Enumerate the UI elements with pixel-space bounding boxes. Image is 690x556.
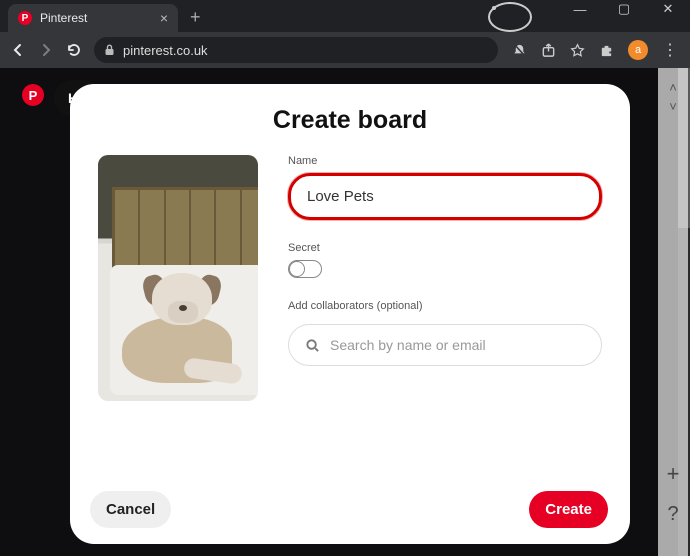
- url-text: pinterest.co.uk: [123, 43, 208, 58]
- right-rail: ˄ ˅ + ?: [658, 68, 688, 556]
- secret-label: Secret: [288, 242, 602, 254]
- tab-title: Pinterest: [40, 11, 87, 25]
- board-name-input[interactable]: [288, 173, 602, 220]
- cancel-button[interactable]: Cancel: [90, 491, 171, 528]
- toggle-knob: [289, 261, 305, 277]
- create-board-modal: Create board Name Secret: [70, 84, 630, 544]
- search-icon: [305, 338, 320, 353]
- collaborator-search-input[interactable]: [330, 337, 585, 353]
- window-controls: ― ▢ ✕: [488, 0, 690, 32]
- pinterest-logo[interactable]: P: [22, 84, 44, 106]
- tab-recording-icon: [488, 2, 532, 32]
- address-bar: pinterest.co.uk a ⋮: [0, 32, 690, 68]
- back-button[interactable]: [10, 42, 26, 58]
- maximize-button[interactable]: ▢: [602, 0, 646, 24]
- create-button[interactable]: Create: [529, 491, 608, 528]
- lock-icon: [104, 44, 115, 56]
- collaborators-label: Add collaborators (optional): [288, 300, 602, 312]
- close-tab-icon[interactable]: ×: [160, 10, 168, 26]
- bookmark-star-icon[interactable]: [570, 43, 585, 58]
- tab-strip: P Pinterest × +: [0, 3, 213, 32]
- browser-menu-icon[interactable]: ⋮: [662, 40, 678, 60]
- pinterest-favicon: P: [18, 11, 32, 25]
- window-titlebar: P Pinterest × + ― ▢ ✕: [0, 0, 690, 32]
- page-content: P Ho ˄ ˅ + ? Create board Name: [0, 68, 690, 556]
- name-label: Name: [288, 155, 602, 167]
- extensions-icon[interactable]: [599, 43, 614, 58]
- forward-button[interactable]: [38, 42, 54, 58]
- pin-preview-image: [98, 155, 258, 401]
- help-button[interactable]: ?: [667, 503, 678, 526]
- chevron-down-icon[interactable]: ˅: [669, 99, 677, 114]
- minimize-button[interactable]: ―: [558, 0, 602, 24]
- modal-title: Create board: [98, 106, 602, 135]
- collaborator-search[interactable]: [288, 324, 602, 366]
- add-button[interactable]: +: [667, 461, 680, 487]
- notifications-icon[interactable]: [512, 43, 527, 58]
- close-window-button[interactable]: ✕: [646, 0, 690, 24]
- reload-button[interactable]: [66, 42, 82, 58]
- chevron-up-icon[interactable]: ˄: [669, 80, 677, 95]
- create-board-form: Name Secret Add collaborators (optional): [288, 155, 602, 401]
- url-field[interactable]: pinterest.co.uk: [94, 37, 498, 63]
- new-tab-button[interactable]: +: [178, 3, 213, 32]
- profile-avatar[interactable]: a: [628, 40, 648, 60]
- secret-toggle[interactable]: [288, 260, 322, 278]
- browser-tab-pinterest[interactable]: P Pinterest ×: [8, 4, 178, 32]
- share-icon[interactable]: [541, 43, 556, 58]
